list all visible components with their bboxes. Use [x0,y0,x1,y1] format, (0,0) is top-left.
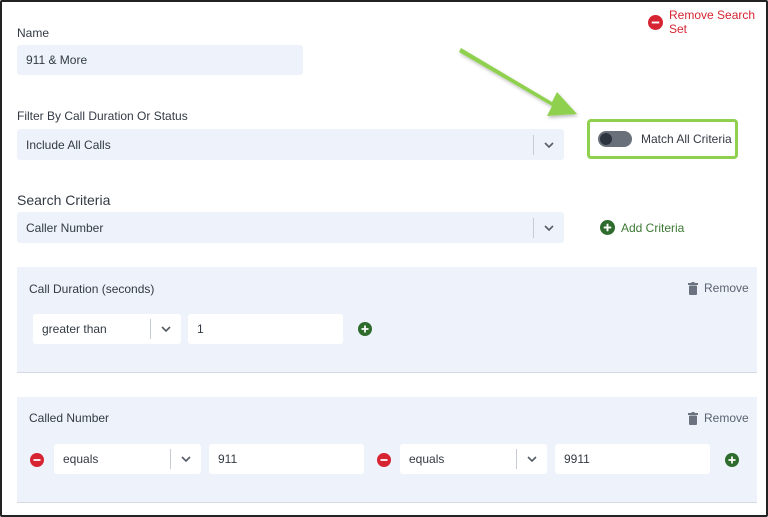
chevron-down-icon[interactable] [151,326,181,332]
criteria-panel-called-number: Called Number Remove equals 911 equals 9… [17,397,757,503]
operator-selected-value: equals [63,452,99,466]
remove-value-minus-icon[interactable] [377,453,391,467]
plus-circle-icon [600,220,615,235]
search-criteria-title: Search Criteria [17,192,111,208]
search-criteria-select[interactable]: Caller Number [17,212,564,243]
remove-search-set-label: Remove Search Set [669,8,756,36]
match-all-criteria-toggle-group: Match All Criteria [587,119,738,159]
panel-title: Call Duration (seconds) [29,282,155,296]
name-label: Name [17,26,50,40]
operator-selected-value: greater than [42,322,107,336]
operator-selected-value: equals [409,452,445,466]
filter-selected-value: Include All Calls [26,137,111,152]
chevron-down-icon[interactable] [534,141,564,148]
chevron-down-icon[interactable] [534,224,564,231]
trash-icon [688,281,698,295]
match-all-criteria-label: Match All Criteria [641,132,732,146]
remove-value-minus-icon[interactable] [30,453,44,467]
filter-select[interactable]: Include All Calls [17,129,564,160]
operator-select[interactable]: greater than [33,314,181,344]
name-input[interactable]: 911 & More [17,45,303,75]
trash-icon [688,411,698,425]
add-value-plus-icon[interactable] [358,322,372,336]
operator-select[interactable]: equals [400,444,547,474]
value-input[interactable]: 1 [188,314,343,344]
chevron-down-icon[interactable] [171,456,201,462]
chevron-down-icon[interactable] [517,456,547,462]
match-all-criteria-toggle[interactable] [598,131,632,147]
operator-select[interactable]: equals [54,444,201,474]
criteria-panel-call-duration: Call Duration (seconds) Remove greater t… [17,267,757,373]
remove-search-set-link[interactable]: Remove Search Set [648,8,766,36]
search-criteria-selected-value: Caller Number [26,220,104,235]
remove-label: Remove [704,411,749,425]
panel-title: Called Number [29,411,110,425]
search-set-editor: Name 911 & More Remove Search Set Filter… [0,0,768,517]
minus-circle-icon [648,14,663,30]
add-criteria-label: Add Criteria [621,220,685,235]
remove-panel-button[interactable]: Remove [688,411,749,425]
value-input[interactable]: 911 [209,444,364,474]
remove-label: Remove [704,281,749,295]
add-criteria-button[interactable]: Add Criteria [600,220,684,235]
annotation-arrow-icon [459,48,577,116]
remove-panel-button[interactable]: Remove [688,281,749,295]
filter-label: Filter By Call Duration Or Status [17,109,188,123]
add-value-plus-icon[interactable] [725,453,739,467]
value-input[interactable]: 9911 [555,444,710,474]
